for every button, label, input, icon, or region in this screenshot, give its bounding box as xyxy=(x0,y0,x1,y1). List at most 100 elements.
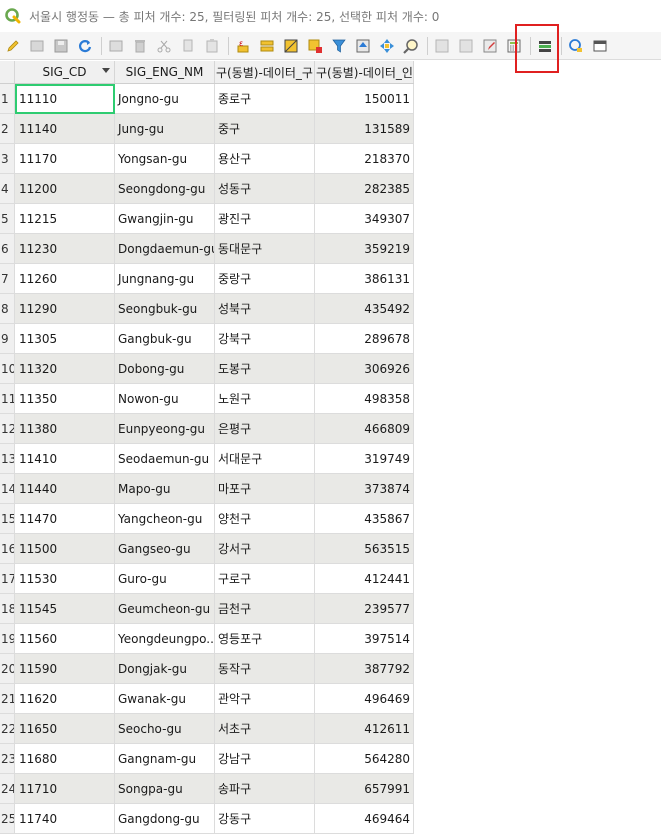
sig-cd-cell[interactable]: 11410 xyxy=(15,444,115,474)
table-row[interactable]: 20 11590 Dongjak-gu 동작구 387792 xyxy=(0,654,414,684)
sig-eng-nm-cell[interactable]: Jung-gu xyxy=(115,114,215,144)
sig-eng-nm-cell[interactable]: Gangdong-gu xyxy=(115,804,215,834)
population-cell[interactable]: 496469 xyxy=(315,684,414,714)
sig-cd-cell[interactable]: 11140 xyxy=(15,114,115,144)
table-row[interactable]: 5 11215 Gwangjin-gu 광진구 349307 xyxy=(0,204,414,234)
sig-eng-nm-cell[interactable]: Yeongdeungpo... xyxy=(115,624,215,654)
table-row[interactable]: 4 11200 Seongdong-gu 성동구 282385 xyxy=(0,174,414,204)
save-edits-button[interactable] xyxy=(50,35,72,57)
gu-name-cell[interactable]: 종로구 xyxy=(215,84,315,114)
population-cell[interactable]: 563515 xyxy=(315,534,414,564)
population-cell[interactable]: 469464 xyxy=(315,804,414,834)
sig-cd-cell[interactable]: 11590 xyxy=(15,654,115,684)
sig-eng-nm-cell[interactable]: Eunpyeong-gu xyxy=(115,414,215,444)
sig-cd-cell[interactable]: 11650 xyxy=(15,714,115,744)
row-number-header[interactable]: 19 xyxy=(0,624,15,654)
row-number-header[interactable]: 14 xyxy=(0,474,15,504)
table-row[interactable]: 6 11230 Dongdaemun-gu 동대문구 359219 xyxy=(0,234,414,264)
gu-name-cell[interactable]: 중구 xyxy=(215,114,315,144)
deselect-all-button[interactable] xyxy=(304,35,326,57)
gu-name-cell[interactable]: 동작구 xyxy=(215,654,315,684)
row-number-header[interactable]: 23 xyxy=(0,744,15,774)
row-number-header[interactable]: 2 xyxy=(0,114,15,144)
population-cell[interactable]: 289678 xyxy=(315,324,414,354)
table-row[interactable]: 13 11410 Seodaemun-gu 서대문구 319749 xyxy=(0,444,414,474)
table-row[interactable]: 25 11740 Gangdong-gu 강동구 469464 xyxy=(0,804,414,834)
select-by-expression-button[interactable]: ε xyxy=(232,35,254,57)
new-field-button[interactable] xyxy=(431,35,453,57)
population-cell[interactable]: 387792 xyxy=(315,654,414,684)
sig-eng-nm-cell[interactable]: Yongsan-gu xyxy=(115,144,215,174)
row-number-header[interactable]: 17 xyxy=(0,564,15,594)
pan-to-selection-button[interactable] xyxy=(376,35,398,57)
row-number-header[interactable]: 15 xyxy=(0,504,15,534)
gu-name-cell[interactable]: 영등포구 xyxy=(215,624,315,654)
sig-cd-cell[interactable]: 11530 xyxy=(15,564,115,594)
organize-columns-button[interactable] xyxy=(479,35,501,57)
row-number-header[interactable]: 5 xyxy=(0,204,15,234)
sig-cd-cell[interactable]: 11350 xyxy=(15,384,115,414)
column-header-gu-name[interactable]: 구(동별)-데이터_구 xyxy=(215,61,315,83)
gu-name-cell[interactable]: 도봉구 xyxy=(215,354,315,384)
gu-name-cell[interactable]: 중랑구 xyxy=(215,264,315,294)
population-cell[interactable]: 319749 xyxy=(315,444,414,474)
row-number-header[interactable]: 8 xyxy=(0,294,15,324)
row-number-header[interactable]: 21 xyxy=(0,684,15,714)
row-number-header[interactable]: 11 xyxy=(0,384,15,414)
table-row[interactable]: 9 11305 Gangbuk-gu 강북구 289678 xyxy=(0,324,414,354)
population-cell[interactable]: 359219 xyxy=(315,234,414,264)
table-row[interactable]: 8 11290 Seongbuk-gu 성북구 435492 xyxy=(0,294,414,324)
sig-cd-cell[interactable]: 11680 xyxy=(15,744,115,774)
filter-select-button[interactable] xyxy=(328,35,350,57)
population-cell[interactable]: 239577 xyxy=(315,594,414,624)
gu-name-cell[interactable]: 성동구 xyxy=(215,174,315,204)
table-row[interactable]: 17 11530 Guro-gu 구로구 412441 xyxy=(0,564,414,594)
sig-eng-nm-cell[interactable]: Gwangjin-gu xyxy=(115,204,215,234)
row-number-header[interactable]: 9 xyxy=(0,324,15,354)
sig-eng-nm-cell[interactable]: Dongjak-gu xyxy=(115,654,215,684)
sig-cd-cell[interactable]: 11320 xyxy=(15,354,115,384)
gu-name-cell[interactable]: 노원구 xyxy=(215,384,315,414)
row-number-header[interactable]: 10 xyxy=(0,354,15,384)
delete-feature-button[interactable] xyxy=(129,35,151,57)
table-row[interactable]: 7 11260 Jungnang-gu 중랑구 386131 xyxy=(0,264,414,294)
population-cell[interactable]: 412441 xyxy=(315,564,414,594)
row-number-header[interactable]: 12 xyxy=(0,414,15,444)
multi-edit-button[interactable] xyxy=(26,35,48,57)
select-all-button[interactable] xyxy=(256,35,278,57)
column-header-sig-cd[interactable]: SIG_CD xyxy=(15,61,115,83)
sig-eng-nm-cell[interactable]: Guro-gu xyxy=(115,564,215,594)
column-header-population[interactable]: 구(동별)-데이터_인 xyxy=(315,61,414,83)
table-row[interactable]: 21 11620 Gwanak-gu 관악구 496469 xyxy=(0,684,414,714)
corner-header[interactable] xyxy=(0,61,15,83)
reload-button[interactable] xyxy=(74,35,96,57)
population-cell[interactable]: 435867 xyxy=(315,504,414,534)
row-number-header[interactable]: 3 xyxy=(0,144,15,174)
sig-cd-cell[interactable]: 11560 xyxy=(15,624,115,654)
sig-cd-cell[interactable]: 11620 xyxy=(15,684,115,714)
sig-eng-nm-cell[interactable]: Seongbuk-gu xyxy=(115,294,215,324)
sig-eng-nm-cell[interactable]: Geumcheon-gu xyxy=(115,594,215,624)
delete-field-button[interactable] xyxy=(455,35,477,57)
table-row[interactable]: 15 11470 Yangcheon-gu 양천구 435867 xyxy=(0,504,414,534)
population-cell[interactable]: 373874 xyxy=(315,474,414,504)
population-cell[interactable]: 466809 xyxy=(315,414,414,444)
sig-eng-nm-cell[interactable]: Jongno-gu xyxy=(115,84,215,114)
population-cell[interactable]: 349307 xyxy=(315,204,414,234)
population-cell[interactable]: 657991 xyxy=(315,774,414,804)
table-row[interactable]: 24 11710 Songpa-gu 송파구 657991 xyxy=(0,774,414,804)
zoom-to-selection-button[interactable] xyxy=(400,35,422,57)
gu-name-cell[interactable]: 용산구 xyxy=(215,144,315,174)
sig-cd-cell[interactable]: 11380 xyxy=(15,414,115,444)
sig-cd-cell[interactable]: 11440 xyxy=(15,474,115,504)
sig-cd-cell[interactable]: 11110 xyxy=(15,84,115,114)
sig-eng-nm-cell[interactable]: Dobong-gu xyxy=(115,354,215,384)
gu-name-cell[interactable]: 서초구 xyxy=(215,714,315,744)
row-number-header[interactable]: 4 xyxy=(0,174,15,204)
population-cell[interactable]: 218370 xyxy=(315,144,414,174)
sig-cd-cell[interactable]: 11230 xyxy=(15,234,115,264)
population-cell[interactable]: 282385 xyxy=(315,174,414,204)
table-row[interactable]: 11 11350 Nowon-gu 노원구 498358 xyxy=(0,384,414,414)
population-cell[interactable]: 435492 xyxy=(315,294,414,324)
table-row[interactable]: 2 11140 Jung-gu 중구 131589 xyxy=(0,114,414,144)
